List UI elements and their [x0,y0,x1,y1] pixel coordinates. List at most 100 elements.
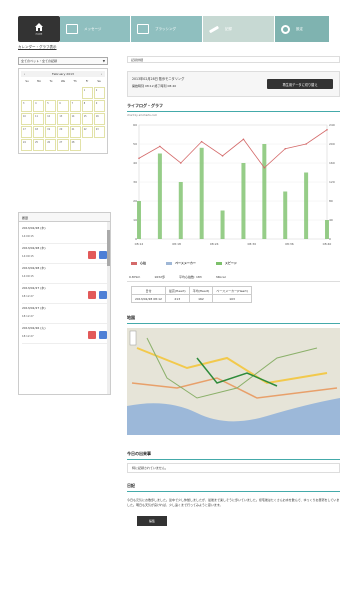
calendar-day[interactable]: 15 [81,113,93,125]
y-left-tick-label: 20 [133,199,137,203]
calendar-day[interactable]: 17 [21,126,33,138]
calendar-day[interactable]: 8 [81,100,93,112]
history-item[interactable]: 2013/02/27 (水) 18:12:27 [22,284,107,304]
history-item[interactable]: 2013/02/26 (火) 18:12:27 [22,324,107,344]
home-label: HOME [35,33,43,36]
calendar-day[interactable]: 11 [33,113,45,125]
delete-icon[interactable] [88,331,96,339]
history-item[interactable]: 2013/02/28 (木) 14:09:15 [22,264,107,284]
table-cell: 162 [188,294,214,303]
calendar-day[interactable]: 24 [21,139,33,151]
tab-record[interactable]: 記録 [203,16,275,42]
calendar-month-label: February 2013 [52,72,74,76]
chart-legend: 心拍 ペースメーカー スピード [127,261,340,265]
tab-brushing-label: ブラッシング [155,26,176,31]
calendar-day[interactable]: 13 [57,113,69,125]
calendar-day[interactable]: 12 [45,113,57,125]
weekday-label: We [60,80,65,83]
speed-bar [157,153,162,239]
calendar-prev-button[interactable]: ‹ [24,72,25,76]
pencil-icon [208,25,220,33]
calendar-day[interactable]: 26 [45,139,57,151]
calendar-day[interactable]: 28 [69,139,81,151]
calendar-day[interactable]: 1 [81,87,93,99]
calendar-day[interactable]: 25 [33,139,45,151]
legend-item: ペースメーカー [166,261,196,265]
home-button[interactable]: HOME [18,16,60,42]
route-map[interactable] [127,328,340,435]
calendar-day[interactable]: 2 [93,87,105,99]
filter-select-value: 全てのペット・全ての記録 [21,59,58,63]
calendar-day[interactable]: 4 [33,100,45,112]
lifelog-chart: 0 10 20 30 40 50 60 0 40 80 120 160 200 240 08:12 08:18… [127,119,340,259]
speed-bar [241,163,246,239]
delete-icon[interactable] [88,251,96,259]
edit-icon[interactable] [99,251,107,259]
x-tick-label: 08:12 [135,242,144,246]
x-tick-label: 08:30 [247,242,256,246]
heart-rate-point [284,147,287,150]
calendar-day[interactable]: 20 [57,126,69,138]
history-date: 2013/02/26 (火) [22,326,46,330]
speed-bar [304,172,309,239]
heart-rate-point [305,143,307,145]
weekday-label: Mo [37,80,41,83]
edit-button[interactable]: 編集 [137,516,167,526]
tab-record-label: 記録 [225,26,232,31]
calendar-day[interactable]: 6 [57,100,69,112]
y-right-tick-label: 160 [329,161,335,165]
history-time: 14:09:15 [22,275,34,278]
calendar-day[interactable]: 5 [45,100,57,112]
calendar-day[interactable]: 3 [21,100,33,112]
calendar-day[interactable]: 7 [69,100,81,112]
calendar-day[interactable]: 19 [45,126,57,138]
calendar-day[interactable]: 18 [33,126,45,138]
legend-label: スピード [224,261,237,265]
switch-data-button[interactable]: 再生用データに切り替え [267,79,333,89]
stat-distance: 0.87km [129,275,141,279]
speed-bar [283,191,288,239]
heart-rate-point [242,138,245,141]
calendar-next-button[interactable]: › [101,72,102,76]
calendar-day[interactable]: 10 [21,113,33,125]
delete-icon[interactable] [88,291,96,299]
home-icon [35,23,43,31]
history-item[interactable]: 2013/02/28 (木) 14:09:15 [22,224,107,244]
envelope-icon [66,24,78,34]
table-header: 日付 [131,286,166,295]
calendar-empty-cell [70,87,81,99]
calendar-day[interactable]: 22 [81,126,93,138]
edit-icon[interactable] [99,331,107,339]
edit-icon[interactable] [99,291,107,299]
tab-settings[interactable]: 設定 [275,16,330,42]
zoom-control[interactable] [129,330,137,346]
events-text: 特に記録されていません。 [127,463,340,473]
stats-table: 日付 最高(Heart) 平均(Heart) ペースメーカー(Heart) 20… [131,286,252,303]
y-right-tick-label: 240 [329,123,335,127]
history-scrollbar[interactable] [107,222,110,394]
y-right-tick-label: 120 [329,180,335,184]
tab-brushing[interactable]: ブラッシング [131,16,203,42]
calendar-day[interactable]: 27 [57,139,69,151]
calendar-empty-cell [33,87,44,99]
memo-text: 今日も元気にお散歩しました。途中で少し休憩しましたが、最後まで楽しそうに歩いてい… [127,498,340,507]
calendar-day[interactable]: 16 [93,113,105,125]
stat-heart: 平均心拍数: 183 [178,275,202,279]
y-left-tick-label: 0 [135,237,137,241]
legend-item: スピード [215,261,237,265]
weekday-label: Th [73,80,77,83]
calendar-day[interactable]: 21 [69,126,81,138]
history-item[interactable]: 2013/02/28 (木) 14:09:15 [22,244,107,264]
filter-select[interactable]: 全てのペット・全ての記録 ▼ [18,57,108,65]
calendar-day[interactable]: 9 [93,100,105,112]
calendar-weekdays: Su Mo Tu We Th Fr Sa [21,80,105,85]
brush-icon [137,24,149,34]
history-item[interactable]: 2013/02/27 (水) 18:12:27 [22,304,107,324]
calendar-day[interactable]: 14 [69,113,81,125]
calendar-day[interactable]: 23 [93,126,105,138]
speed-bar [137,201,141,239]
tab-message[interactable]: メッセージ [60,16,131,42]
speed-bar [325,220,329,239]
y-right-tick-label: 80 [329,199,333,203]
sidebar-title: カレンダー・グラフ表示 [18,45,57,49]
